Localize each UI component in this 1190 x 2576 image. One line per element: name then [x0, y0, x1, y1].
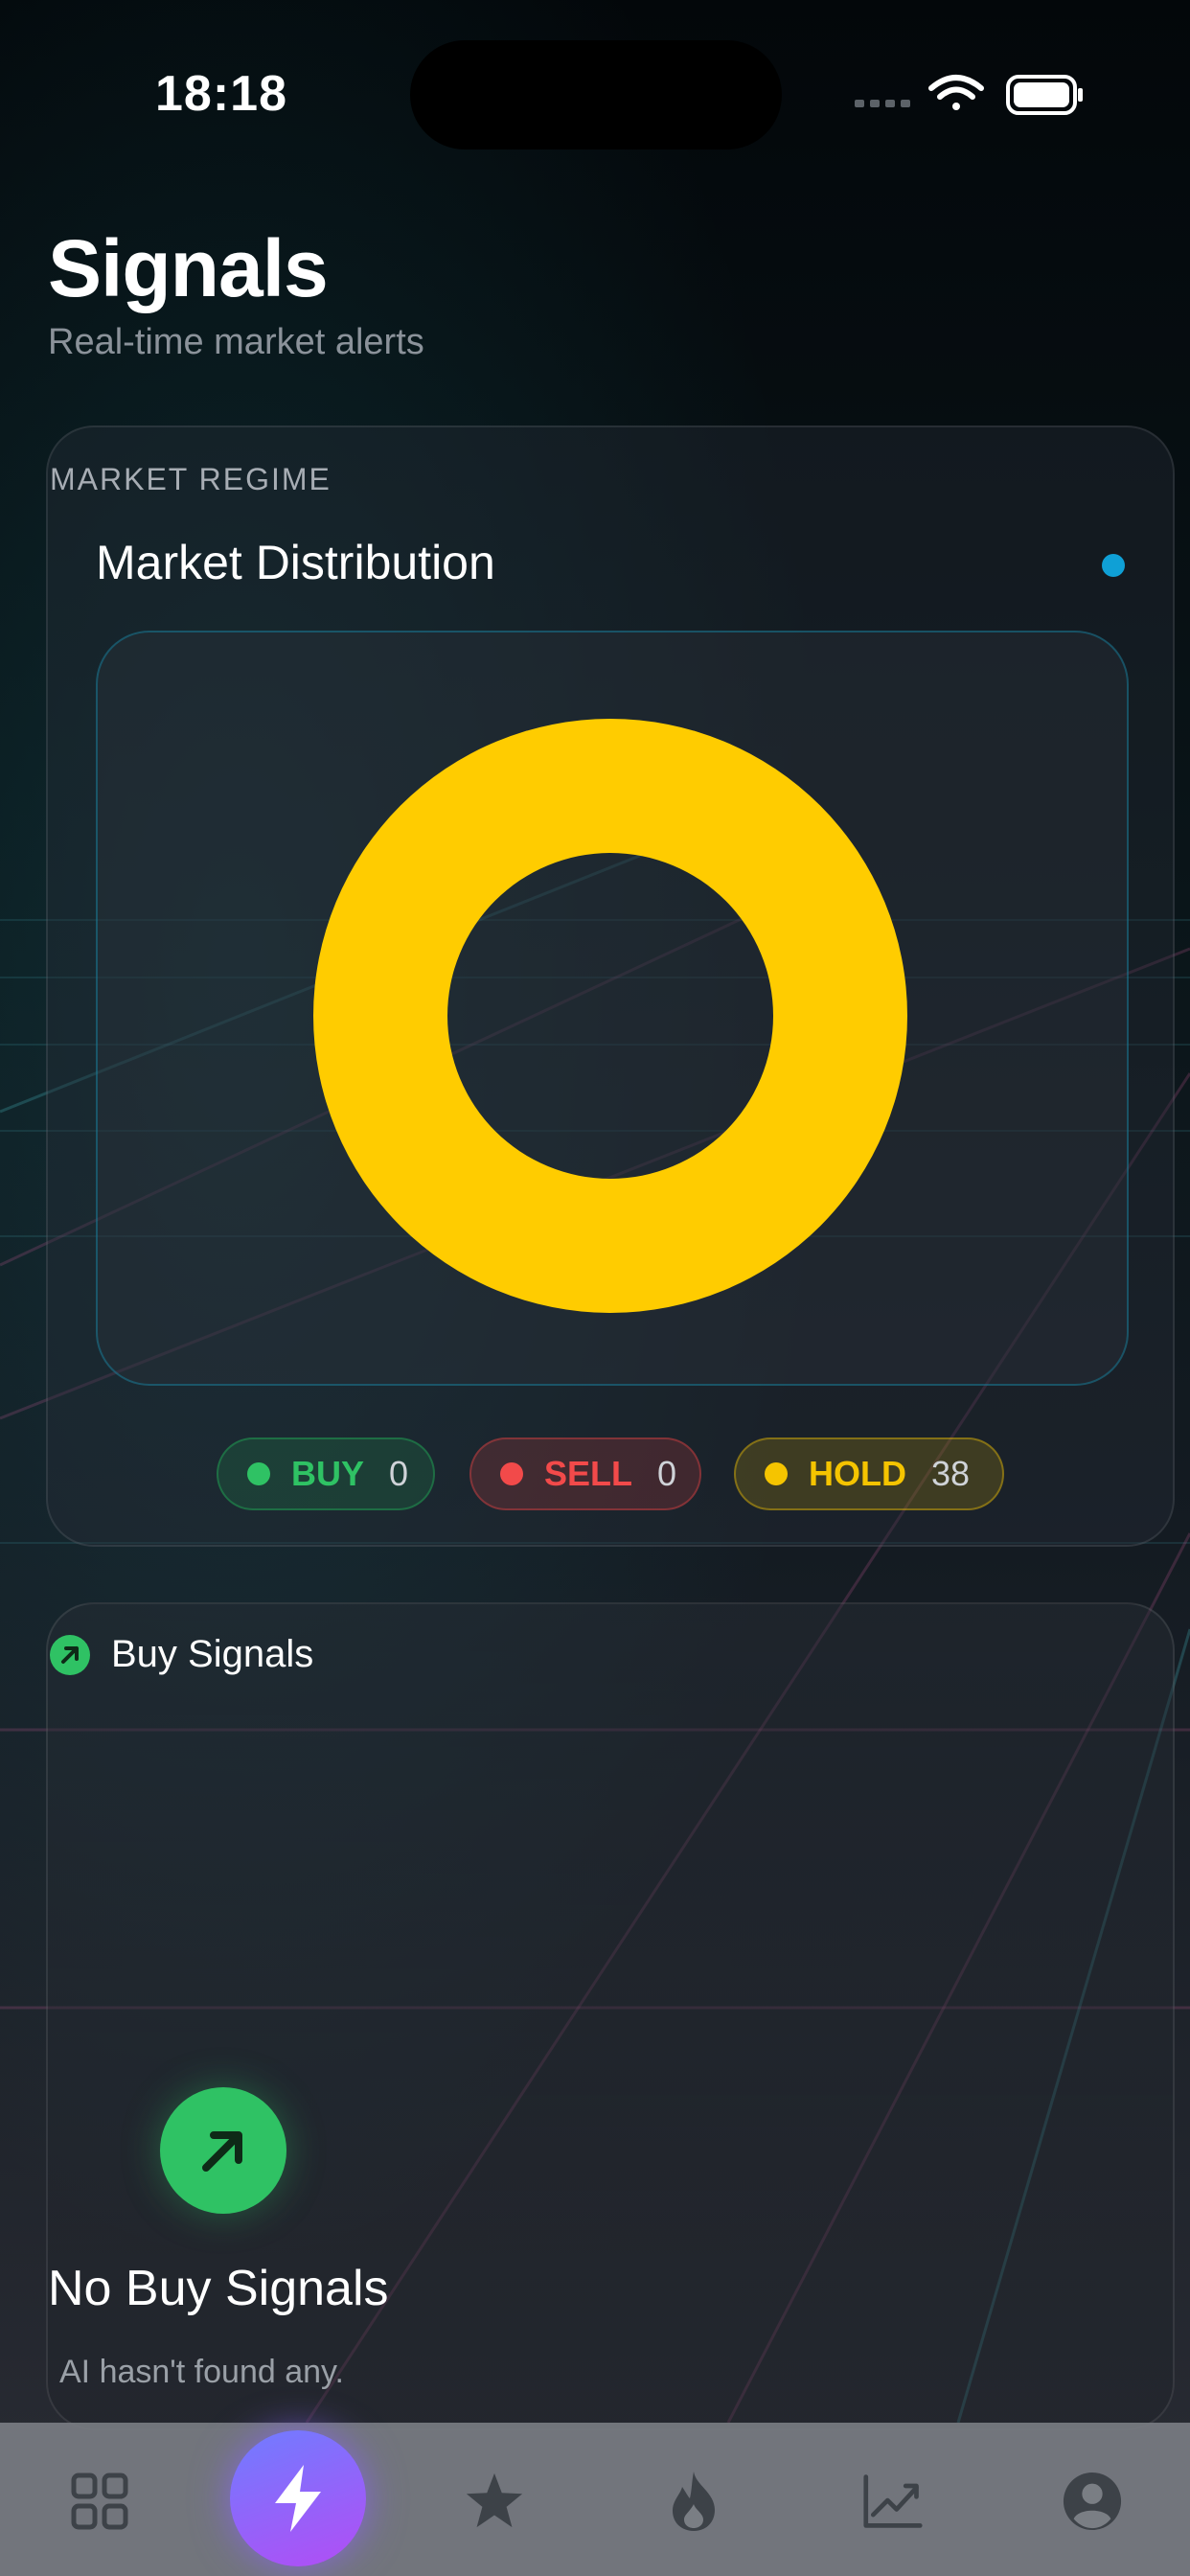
- tab-signals[interactable]: [230, 2430, 366, 2566]
- buy-pill-label: BUY: [291, 1454, 365, 1493]
- status-icons: [855, 75, 1083, 115]
- buy-pill-count: 0: [389, 1454, 409, 1493]
- sell-count-pill[interactable]: SELL 0: [469, 1438, 701, 1510]
- empty-state-arrow-up-right-icon: [160, 2087, 286, 2214]
- empty-state-title: No Buy Signals: [48, 2261, 389, 2316]
- sell-pill-label: SELL: [544, 1454, 633, 1493]
- tab-profile[interactable]: [1062, 2471, 1123, 2532]
- tab-bar: [0, 2423, 1190, 2576]
- tab-dashboard[interactable]: [69, 2471, 130, 2532]
- donut-slice-hold: [313, 719, 907, 1313]
- grid-icon: [71, 2472, 128, 2530]
- status-time: 18:18: [155, 66, 287, 122]
- market-distribution-donut-chart: [313, 719, 907, 1313]
- buy-count-pill[interactable]: BUY 0: [217, 1438, 435, 1510]
- empty-state-subtitle: AI hasn't found any.: [59, 2354, 344, 2390]
- chart-line-icon: [863, 2474, 923, 2528]
- page-title: Signals: [48, 223, 329, 313]
- buy-signals-title: Buy Signals: [111, 1633, 314, 1675]
- flame-icon: [673, 2472, 715, 2531]
- tab-analytics[interactable]: [862, 2471, 924, 2532]
- hold-count-pill[interactable]: HOLD 38: [734, 1438, 1004, 1510]
- bolt-icon: [275, 2465, 321, 2532]
- sell-dot: [500, 1462, 523, 1485]
- star-icon: [466, 2472, 523, 2528]
- tab-favorites[interactable]: [464, 2471, 525, 2532]
- tab-trending[interactable]: [663, 2471, 724, 2532]
- cellular-signal-icon: [855, 100, 910, 107]
- dynamic-island: [410, 40, 782, 150]
- wifi-icon: [928, 75, 984, 110]
- sell-pill-count: 0: [657, 1454, 677, 1493]
- battery-icon: [1006, 75, 1083, 115]
- arrow-up-right-icon: [50, 1635, 90, 1675]
- market-regime-label: MARKET REGIME: [50, 462, 332, 496]
- page-subtitle: Real-time market alerts: [48, 322, 424, 362]
- live-indicator-dot: [1102, 554, 1125, 577]
- hold-pill-count: 38: [931, 1454, 971, 1493]
- hold-dot: [765, 1462, 788, 1485]
- profile-icon: [1063, 2472, 1122, 2531]
- buy-dot: [247, 1462, 270, 1485]
- market-distribution-title: Market Distribution: [96, 536, 495, 589]
- hold-pill-label: HOLD: [809, 1454, 906, 1493]
